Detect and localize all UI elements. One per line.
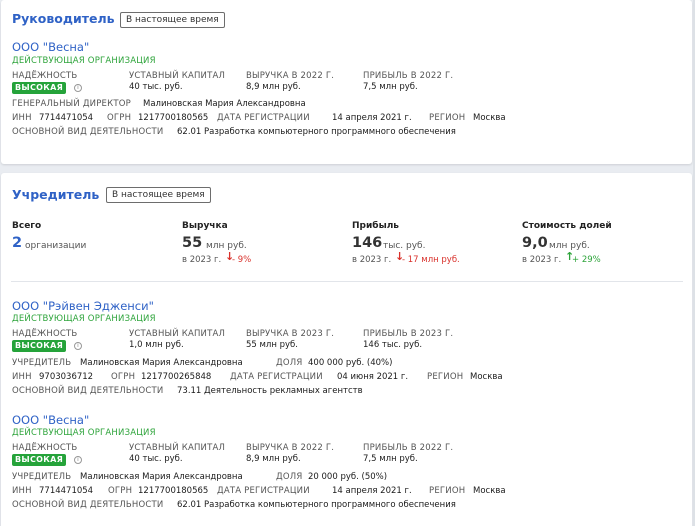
region-value: Москва [473, 486, 506, 496]
company-status: ДЕЙСТВУЮЩАЯ ОРГАНИЗАЦИЯ [12, 314, 156, 324]
stat-total-unit: организации [25, 241, 87, 251]
region-label: РЕГИОН [429, 113, 466, 123]
activity-value: 62.01 Разработка компьютерного программн… [177, 500, 456, 510]
revenue-value: 8,9 млн руб. [246, 82, 301, 92]
ogrn-label: ОГРН [111, 372, 136, 382]
founder-label: УЧРЕДИТЕЛЬ [12, 472, 72, 482]
ogrn-label: ОГРН [107, 113, 132, 123]
reliability-label: НАДЁЖНОСТЬ [12, 443, 78, 453]
inn-label: ИНН [12, 372, 32, 382]
inn-label: ИНН [12, 486, 32, 496]
company-name-link[interactable]: ООО "Весна" [12, 40, 89, 54]
founder-value[interactable]: Малиновская Мария Александровна [80, 358, 243, 368]
stat-revenue-sub: в 2023 г. [182, 255, 222, 265]
reliability-badge: ВЫСОКАЯ [12, 82, 67, 94]
inn-value: 9703036712 [39, 372, 94, 382]
capital-value: 1,0 млн руб. [129, 340, 184, 350]
activity-label: ОСНОВНОЙ ВИД ДЕЯТЕЛЬНОСТИ [12, 386, 164, 396]
ogrn-value: 1217700265848 [141, 372, 212, 382]
founder-value[interactable]: Малиновская Мария Александровна [80, 472, 243, 482]
region-value: Москва [473, 113, 506, 123]
inn-value: 7714471054 [39, 486, 94, 496]
regdate-value: 04 июня 2021 г. [337, 372, 409, 382]
manager-section-title[interactable]: Руководитель [12, 11, 115, 26]
reliability-badge: ВЫСОКАЯ [12, 340, 67, 352]
revenue-value: 8,9 млн руб. [246, 454, 301, 464]
share-value: 400 000 руб. (40%) [308, 358, 393, 368]
stat-profit-change: - 17 млн руб. [402, 255, 460, 265]
profit-label: ПРИБЫЛЬ В 2023 Г. [363, 329, 454, 339]
stat-shares-change: + 29% [572, 255, 601, 265]
capital-label: УСТАВНЫЙ КАПИТАЛ [129, 329, 226, 339]
company-status: ДЕЙСТВУЮЩАЯ ОРГАНИЗАЦИЯ [12, 56, 156, 66]
region-value: Москва [470, 372, 503, 382]
stat-revenue-head: Выручка [182, 221, 228, 231]
capital-value: 40 тыс. руб. [129, 454, 183, 464]
regdate-value: 14 апреля 2021 г. [332, 486, 412, 496]
revenue-label: ВЫРУЧКА В 2022 Г. [246, 443, 335, 453]
stat-shares-sub: в 2023 г. [522, 255, 562, 265]
stat-shares-value: 9,0 [522, 235, 548, 251]
founder-label: УЧРЕДИТЕЛЬ [12, 358, 72, 368]
info-icon[interactable]: i [74, 84, 82, 92]
ogrn-value: 1217700180565 [138, 113, 209, 123]
share-label: ДОЛЯ [276, 472, 303, 482]
profit-value: 146 тыс. руб. [363, 340, 423, 350]
inn-value: 7714471054 [39, 113, 94, 123]
stat-shares-head: Стоимость долей [522, 221, 612, 231]
director-label: ГЕНЕРАЛЬНЫЙ ДИРЕКТОР [12, 99, 131, 109]
regdate-label: ДАТА РЕГИСТРАЦИИ [217, 486, 310, 496]
region-label: РЕГИОН [427, 372, 464, 382]
capital-label: УСТАВНЫЙ КАПИТАЛ [129, 71, 226, 81]
stat-revenue-value: 55 [182, 235, 203, 251]
ogrn-label: ОГРН [108, 486, 133, 496]
revenue-label: ВЫРУЧКА В 2022 Г. [246, 71, 335, 81]
profit-label: ПРИБЫЛЬ В 2022 Г. [363, 443, 454, 453]
stat-revenue-change: - 9% [232, 255, 252, 265]
manager-card: Руководитель В настоящее время ООО "Весн… [1, 0, 692, 164]
ogrn-value: 1217700180565 [138, 486, 209, 496]
inn-label: ИНН [12, 113, 32, 123]
region-label: РЕГИОН [429, 486, 466, 496]
reliability-badge: ВЫСОКАЯ [12, 454, 67, 466]
stat-total-value[interactable]: 2 [12, 235, 22, 251]
info-icon[interactable]: i [74, 456, 82, 464]
revenue-label: ВЫРУЧКА В 2023 Г. [246, 329, 335, 339]
profit-value: 7,5 млн руб. [363, 454, 418, 464]
share-label: ДОЛЯ [276, 358, 303, 368]
manager-period-badge[interactable]: В настоящее время [120, 12, 225, 28]
capital-value: 40 тыс. руб. [129, 82, 183, 92]
capital-label: УСТАВНЫЙ КАПИТАЛ [129, 443, 226, 453]
stat-total-head: Всего [12, 221, 42, 231]
reliability-label: НАДЁЖНОСТЬ [12, 329, 78, 339]
company-name-link[interactable]: ООО "Весна" [12, 413, 89, 427]
profit-value: 7,5 млн руб. [363, 82, 418, 92]
company-status: ДЕЙСТВУЮЩАЯ ОРГАНИЗАЦИЯ [12, 428, 156, 438]
reliability-label: НАДЁЖНОСТЬ [12, 71, 78, 81]
activity-value: 62.01 Разработка компьютерного программн… [177, 127, 456, 137]
regdate-value: 14 апреля 2021 г. [332, 113, 412, 123]
stat-profit-sub: в 2023 г. [352, 255, 392, 265]
stat-profit-value: 146 [352, 235, 383, 251]
stat-profit-head: Прибыль [352, 221, 399, 231]
activity-label: ОСНОВНОЙ ВИД ДЕЯТЕЛЬНОСТИ [12, 500, 164, 510]
info-icon[interactable]: i [74, 342, 82, 350]
founder-card: Учредитель В настоящее время Всего 2 орг… [1, 173, 692, 526]
regdate-label: ДАТА РЕГИСТРАЦИИ [230, 372, 323, 382]
stat-profit-unit: тыс. руб. [383, 241, 426, 251]
revenue-value: 55 млн руб. [246, 340, 298, 350]
company-name-link[interactable]: ООО "Рэйвен Эдженси" [12, 299, 154, 313]
activity-label: ОСНОВНОЙ ВИД ДЕЯТЕЛЬНОСТИ [12, 127, 164, 137]
founder-period-badge[interactable]: В настоящее время [106, 187, 211, 203]
divider [11, 281, 683, 282]
founder-section-title[interactable]: Учредитель [12, 187, 99, 202]
share-value: 20 000 руб. (50%) [308, 472, 388, 482]
profit-label: ПРИБЫЛЬ В 2022 Г. [363, 71, 454, 81]
director-value[interactable]: Малиновская Мария Александровна [143, 99, 306, 109]
regdate-label: ДАТА РЕГИСТРАЦИИ [217, 113, 310, 123]
activity-value: 73.11 Деятельность рекламных агентств [177, 386, 363, 396]
